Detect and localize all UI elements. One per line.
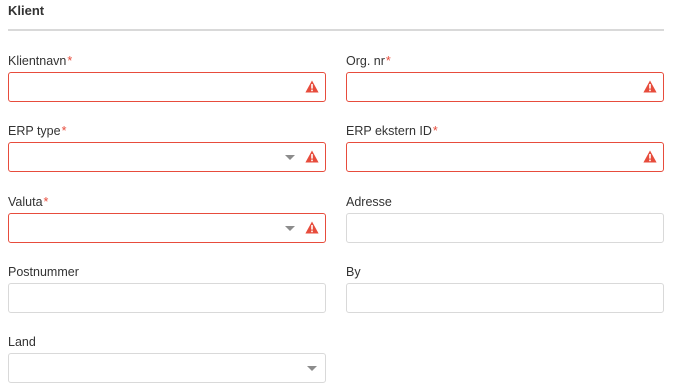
land-select[interactable] (8, 353, 326, 383)
valuta-label: Valuta* (8, 195, 49, 209)
field-adresse: Adresse (346, 194, 664, 243)
section-title: Klient (8, 3, 45, 18)
warning-icon (305, 150, 319, 163)
org-nr-label: Org. nr* (346, 54, 391, 68)
postnummer-input[interactable] (8, 283, 326, 313)
by-input[interactable] (346, 283, 664, 313)
klientnavn-input[interactable] (8, 72, 326, 102)
postnummer-label: Postnummer (8, 265, 79, 279)
chevron-down-icon[interactable] (285, 226, 295, 231)
field-postnummer: Postnummer (8, 264, 326, 313)
warning-icon (643, 150, 657, 163)
erp-ekstern-id-label: ERP ekstern ID* (346, 124, 438, 138)
erp-type-label: ERP type* (8, 124, 67, 138)
warning-icon (643, 80, 657, 93)
klientnavn-label: Klientnavn* (8, 54, 73, 68)
required-marker: * (43, 195, 49, 209)
required-marker: * (67, 54, 73, 68)
field-klientnavn: Klientnavn* (8, 53, 326, 102)
by-label: By (346, 265, 361, 279)
required-marker: * (61, 124, 67, 138)
warning-icon (305, 221, 319, 234)
field-org-nr: Org. nr* (346, 53, 664, 102)
chevron-down-icon[interactable] (307, 366, 317, 371)
field-land: Land (8, 334, 326, 383)
field-by: By (346, 264, 664, 313)
org-nr-input[interactable] (346, 72, 664, 102)
section-divider (8, 29, 664, 31)
land-label: Land (8, 335, 36, 349)
field-erp-type: ERP type* (8, 123, 326, 172)
erp-ekstern-id-input[interactable] (346, 142, 664, 172)
required-marker: * (432, 124, 438, 138)
warning-icon (305, 80, 319, 93)
adresse-label: Adresse (346, 195, 392, 209)
adresse-input[interactable] (346, 213, 664, 243)
client-form: Klient Klientnavn* Org. nr* ERP type* ER… (0, 0, 689, 390)
required-marker: * (385, 54, 391, 68)
erp-type-select[interactable] (8, 142, 326, 172)
valuta-select[interactable] (8, 213, 326, 243)
field-valuta: Valuta* (8, 194, 326, 243)
field-erp-ekstern-id: ERP ekstern ID* (346, 123, 664, 172)
chevron-down-icon[interactable] (285, 155, 295, 160)
